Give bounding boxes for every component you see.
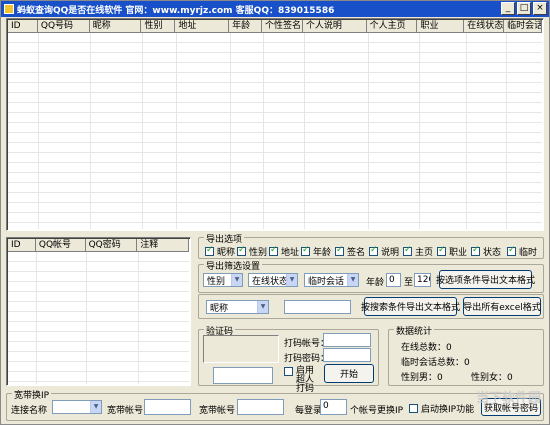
- minimize-button[interactable]: _: [501, 2, 515, 15]
- broadband-group: 宽带换IP 连接名称 ▼ 宽带帐号 宽带帐号 每登录 0 个帐号更换IP 启动换…: [6, 388, 544, 421]
- account-table[interactable]: ID QQ帐号 QQ密码 注释: [6, 237, 191, 386]
- export-options-legend: 导出选项: [204, 232, 245, 245]
- acct-col-qq[interactable]: QQ帐号: [35, 239, 86, 252]
- checkbox-icon: [284, 367, 293, 376]
- captcha-password-input[interactable]: [323, 348, 371, 362]
- broadband-account-input[interactable]: [144, 399, 191, 415]
- title-bar: 蚂蚁查询QQ是否在线软件 官网：www.myrjz.com 客服QQ：83901…: [1, 1, 549, 17]
- temp-session-count: 临时会话总数：0: [401, 358, 470, 368]
- gender-select[interactable]: 性别 ▼: [203, 273, 243, 287]
- col-temp-session[interactable]: 临时会话: [504, 20, 542, 33]
- enable-captcha-checkbox[interactable]: 启用超人打码: [284, 367, 322, 394]
- stats-group: 数据统计 在线总数：0 临时会话总数：0 性别男：0 性别女：0: [388, 324, 544, 386]
- col-nickname[interactable]: 昵称: [89, 20, 142, 33]
- acct-col-password[interactable]: QQ密码: [85, 239, 138, 252]
- export-opt-address[interactable]: 地址: [269, 245, 299, 258]
- chevron-down-icon: ▼: [347, 274, 358, 286]
- export-filter-group: 导出筛选设置 性别▼ 在线状态▼ 临时会话▼ 年龄 0 至 120 按选项条件导…: [198, 259, 544, 293]
- checkbox-icon: [301, 245, 310, 256]
- broadband-account-label: 宽带帐号: [107, 406, 144, 416]
- col-homepage[interactable]: 个人主页: [366, 20, 418, 33]
- checkbox-icon: [409, 404, 418, 413]
- per-login-label: 每登录: [295, 406, 323, 416]
- captcha-image: [203, 335, 279, 363]
- maximize-button[interactable]: □: [517, 2, 531, 15]
- export-opt-nickname[interactable]: 昵称: [205, 245, 235, 258]
- col-address[interactable]: 地址: [175, 20, 230, 33]
- acct-col-note[interactable]: 注释: [137, 239, 189, 252]
- account-table-header: ID QQ帐号 QQ密码 注释: [8, 239, 189, 252]
- broadband-password-input[interactable]: [237, 399, 284, 415]
- chevron-down-icon: ▼: [90, 401, 101, 413]
- result-table[interactable]: ID QQ号码 昵称 性别 地址 年龄 个性签名 个人说明 个人主页 职业 在线…: [6, 18, 544, 231]
- result-table-header: ID QQ号码 昵称 性别 地址 年龄 个性签名 个人说明 个人主页 职业 在线…: [8, 20, 542, 33]
- online-status-select[interactable]: 在线状态 ▼: [248, 273, 298, 287]
- broadband-password-label: 宽带帐号: [199, 406, 236, 416]
- captcha-account-input[interactable]: [323, 333, 371, 347]
- export-options-group: 导出选项 昵称 性别 地址 年龄 签名 说明 主页 职业 状态 临时: [198, 232, 544, 259]
- export-opt-status[interactable]: 状态: [471, 245, 501, 258]
- app-icon: [4, 4, 14, 14]
- checkbox-icon: [335, 245, 344, 256]
- temp-session-select[interactable]: 临时会话 ▼: [304, 273, 359, 287]
- connection-name-select[interactable]: ▼: [52, 400, 102, 414]
- search-value-input[interactable]: [284, 300, 351, 314]
- stats-legend: 数据统计: [394, 324, 435, 337]
- connection-name-label: 连接名称: [11, 406, 48, 416]
- age-to-input[interactable]: 120: [414, 273, 431, 287]
- export-opt-age[interactable]: 年龄: [301, 245, 331, 258]
- export-by-search-button[interactable]: 按搜索条件导出文本格式: [361, 297, 460, 316]
- export-opt-signature[interactable]: 签名: [335, 245, 365, 258]
- checkbox-icon: [403, 245, 412, 256]
- chevron-down-icon: ▼: [286, 274, 297, 286]
- per-login-input[interactable]: 0: [320, 399, 347, 415]
- export-by-options-button[interactable]: 按选项条件导出文本格式: [436, 270, 535, 289]
- checkbox-icon: [269, 245, 278, 256]
- col-age[interactable]: 年龄: [229, 20, 263, 33]
- col-signature[interactable]: 个性签名: [262, 20, 303, 33]
- export-filter-legend: 导出筛选设置: [204, 259, 263, 272]
- app-window: 蚂蚁查询QQ是否在线软件 官网：www.myrjz.com 客服QQ：83901…: [0, 0, 550, 425]
- col-id[interactable]: ID: [8, 20, 38, 33]
- window-title: 蚂蚁查询QQ是否在线软件 官网：www.myrjz.com 客服QQ：83901…: [17, 5, 335, 16]
- male-count: 性别男：0: [401, 373, 443, 383]
- online-count: 在线总数：0: [401, 343, 452, 353]
- age-from-input[interactable]: 0: [386, 273, 401, 287]
- checkbox-icon: [437, 245, 446, 256]
- change-ip-label: 个帐号更换IP: [350, 406, 404, 416]
- result-table-body: [8, 33, 542, 229]
- start-button[interactable]: 开始: [324, 364, 374, 383]
- checkbox-icon: [237, 245, 246, 256]
- export-opt-gender[interactable]: 性别: [237, 245, 267, 258]
- close-button[interactable]: ×: [533, 2, 547, 15]
- account-table-body: [8, 252, 189, 384]
- auto-change-ip-checkbox[interactable]: 启动换IP功能: [409, 402, 474, 415]
- search-field-select[interactable]: 昵称 ▼: [206, 300, 269, 314]
- age-to-label: 至: [404, 278, 414, 288]
- export-opt-homepage[interactable]: 主页: [403, 245, 433, 258]
- col-online-status[interactable]: 在线状态: [464, 20, 505, 33]
- captcha-group: 验证码 打码帐号： 打码密码： 启用超人打码 开始: [198, 324, 379, 394]
- acct-col-id[interactable]: ID: [8, 239, 36, 252]
- col-job[interactable]: 职业: [417, 20, 465, 33]
- col-gender[interactable]: 性别: [141, 20, 176, 33]
- search-export-group: 昵称 ▼ 按搜索条件导出文本格式 导出所有excel格式: [198, 294, 544, 319]
- watermark: 当下软件园: [475, 391, 541, 406]
- checkbox-icon: [471, 245, 480, 256]
- checkbox-icon: [205, 245, 214, 256]
- export-opt-job[interactable]: 职业: [437, 245, 467, 258]
- captcha-input[interactable]: [213, 367, 273, 384]
- age-label: 年龄: [366, 278, 385, 288]
- col-description[interactable]: 个人说明: [302, 20, 367, 33]
- chevron-down-icon: ▼: [257, 301, 268, 313]
- checkbox-icon: [507, 245, 516, 256]
- export-opt-description[interactable]: 说明: [369, 245, 399, 258]
- chevron-down-icon: ▼: [231, 274, 242, 286]
- col-qq[interactable]: QQ号码: [37, 20, 90, 33]
- female-count: 性别女：0: [471, 373, 513, 383]
- export-opt-temp[interactable]: 临时: [507, 245, 537, 258]
- broadband-legend: 宽带换IP: [12, 388, 52, 401]
- checkbox-icon: [369, 245, 378, 256]
- export-excel-button[interactable]: 导出所有excel格式: [463, 297, 541, 316]
